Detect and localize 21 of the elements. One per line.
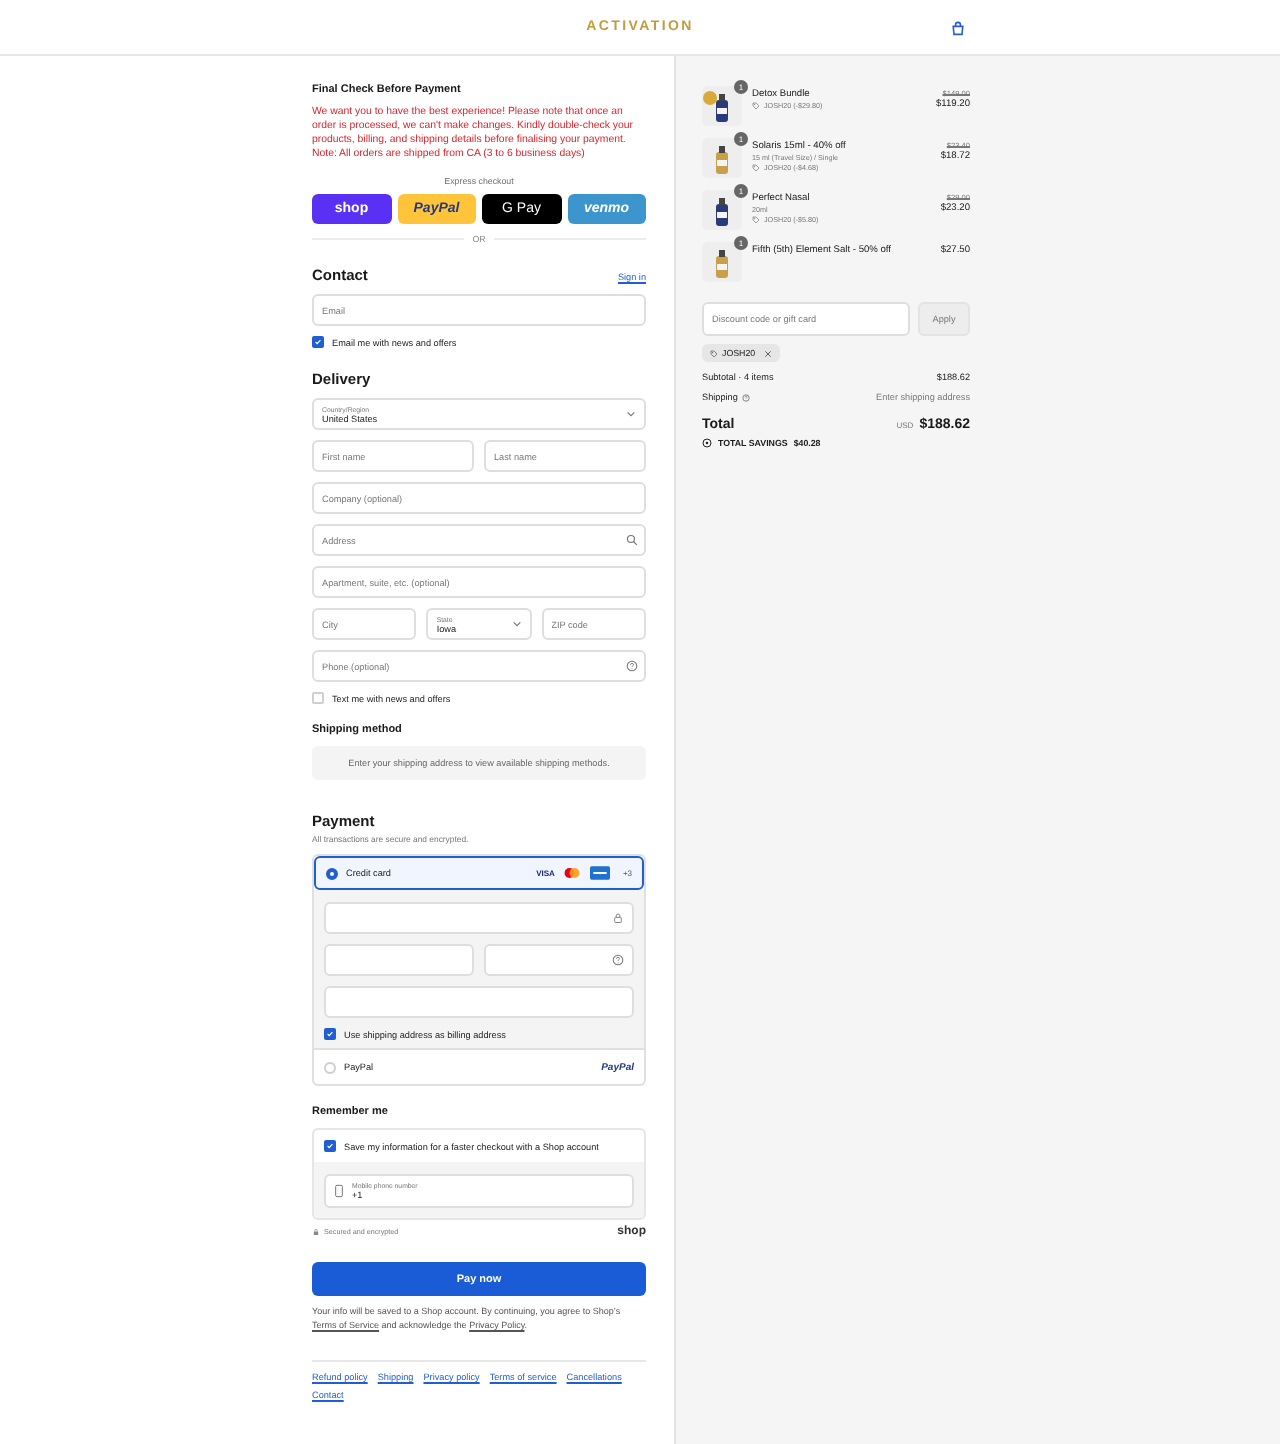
help-icon[interactable] — [741, 393, 750, 401]
checkbox[interactable] — [324, 1028, 336, 1041]
help-icon — [612, 954, 624, 967]
chevron-down-icon — [511, 620, 522, 629]
search-icon — [626, 534, 638, 547]
lock-icon — [312, 1228, 320, 1237]
checkbox[interactable] — [312, 336, 324, 349]
bag-icon[interactable] — [950, 20, 966, 36]
mastercard-icon — [562, 866, 583, 881]
card-number-field[interactable] — [324, 902, 634, 935]
chevron-down-icon — [626, 410, 636, 419]
lock-icon — [612, 912, 624, 925]
help-icon — [626, 660, 638, 673]
close-icon[interactable] — [763, 349, 772, 357]
expiry-field[interactable] — [324, 944, 474, 977]
security-code-field[interactable] — [484, 944, 634, 977]
radio-button[interactable] — [326, 867, 338, 880]
name-on-card-field[interactable] — [324, 986, 634, 1019]
card-brand-icon — [590, 866, 611, 881]
phone-icon — [334, 1184, 344, 1199]
checkbox[interactable] — [324, 1140, 336, 1153]
